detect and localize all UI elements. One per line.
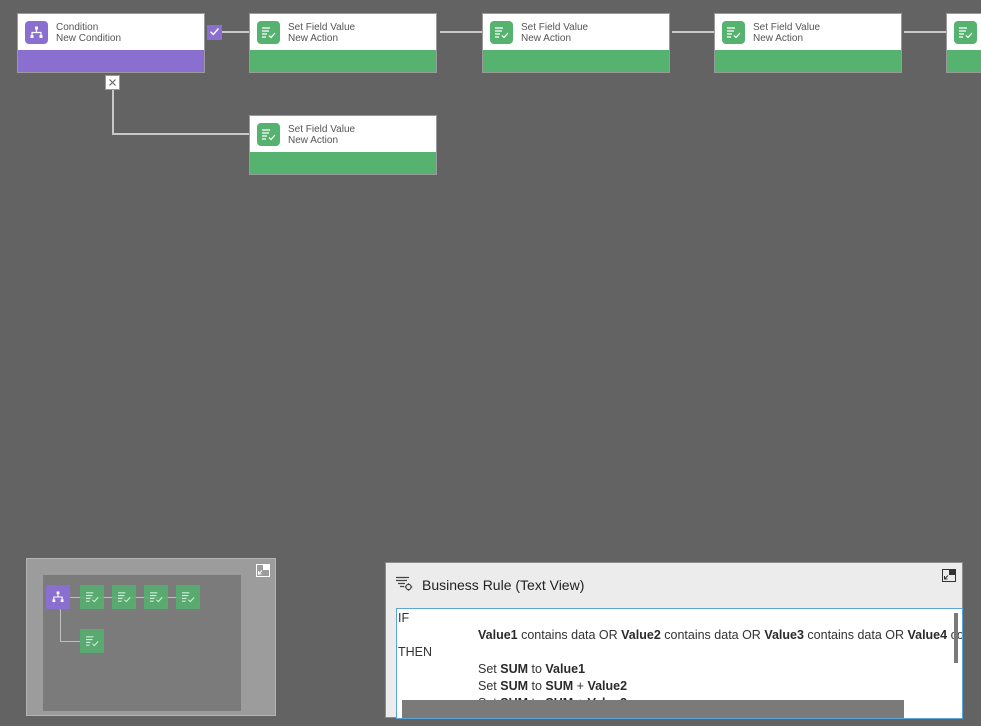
x-icon bbox=[108, 74, 117, 92]
node-subtitle: New Action bbox=[753, 33, 804, 44]
set-field-value-icon bbox=[954, 21, 977, 44]
check-icon bbox=[209, 24, 220, 42]
connector-line bbox=[112, 133, 250, 135]
action-node[interactable]: Set Field Value New Action bbox=[714, 13, 902, 73]
panel-collapse-icon[interactable] bbox=[942, 569, 956, 582]
panel-header: Business Rule (Text View) bbox=[386, 563, 962, 603]
node-footer-bar bbox=[483, 50, 669, 72]
set-field-value-icon bbox=[257, 123, 280, 146]
set-field-value-icon bbox=[722, 21, 745, 44]
node-subtitle: New Condition bbox=[56, 33, 122, 44]
connector-line bbox=[440, 31, 483, 33]
connector-line bbox=[904, 31, 947, 33]
set-field-value-icon bbox=[257, 21, 280, 44]
node-subtitle: New Action bbox=[288, 135, 339, 146]
false-branch-badge[interactable] bbox=[105, 75, 120, 90]
node-header: Condition New Condition bbox=[18, 14, 204, 51]
rule-then-keyword: THEN bbox=[398, 645, 433, 659]
node-header: Set Field Value New Action bbox=[250, 116, 436, 153]
rule-action-line: Set SUM to SUM + Value2 bbox=[478, 679, 628, 693]
action-node[interactable]: Set Field Value New Action bbox=[249, 13, 437, 73]
node-header: Set Field Value New Action bbox=[715, 14, 901, 51]
minimap-connector bbox=[60, 641, 80, 642]
panel-title: Business Rule (Text View) bbox=[422, 577, 585, 593]
rule-settings-icon bbox=[395, 576, 413, 596]
minimap-action-node bbox=[144, 585, 168, 609]
minimap-action-node bbox=[176, 585, 200, 609]
node-title: Set Field Value bbox=[288, 22, 356, 33]
connector-line bbox=[112, 90, 114, 134]
node-footer-bar bbox=[715, 50, 901, 72]
business-rule-panel: Business Rule (Text View) IF Value1 cont… bbox=[385, 562, 963, 719]
action-node[interactable]: Set Field Value New Action bbox=[249, 115, 437, 175]
rule-text-view[interactable]: IF Value1 contains data OR Value2 contai… bbox=[396, 608, 963, 719]
minimap-condition-node bbox=[46, 585, 70, 609]
minimap-action-node bbox=[112, 585, 136, 609]
node-subtitle: New Action bbox=[521, 33, 572, 44]
set-field-value-icon bbox=[490, 21, 513, 44]
node-footer-bar bbox=[250, 152, 436, 174]
node-footer-bar bbox=[250, 50, 436, 72]
condition-branch-icon bbox=[25, 21, 48, 44]
node-subtitle: New Action bbox=[288, 33, 339, 44]
rule-action-line: Set SUM to Value1 bbox=[478, 662, 586, 676]
connector-line bbox=[222, 31, 250, 33]
node-header: Set Field Value New Action bbox=[483, 14, 669, 51]
vertical-scrollbar[interactable] bbox=[954, 613, 958, 663]
horizontal-scrollbar[interactable] bbox=[402, 700, 904, 718]
node-header: Set Field Value New Action bbox=[250, 14, 436, 51]
node-title: Set Field Value bbox=[521, 22, 589, 33]
action-node[interactable]: Set Field Value New Action bbox=[482, 13, 670, 73]
node-title: Set Field Value bbox=[288, 124, 356, 135]
node-header bbox=[947, 14, 981, 51]
node-footer-bar bbox=[947, 50, 981, 72]
rule-if-keyword: IF bbox=[398, 611, 410, 625]
minimap-connector bbox=[60, 609, 61, 641]
minimap[interactable] bbox=[26, 558, 276, 716]
true-branch-badge[interactable] bbox=[207, 25, 222, 40]
minimap-viewport[interactable] bbox=[43, 575, 241, 711]
connector-line bbox=[672, 31, 715, 33]
node-title: Condition bbox=[56, 22, 99, 33]
minimap-collapse-icon[interactable] bbox=[256, 564, 270, 577]
action-node-partial[interactable] bbox=[946, 13, 981, 73]
node-footer-bar bbox=[18, 50, 204, 72]
minimap-action-node bbox=[80, 585, 104, 609]
condition-node[interactable]: Condition New Condition bbox=[17, 13, 205, 73]
rule-condition-line: Value1 contains data OR Value2 contains … bbox=[478, 628, 962, 642]
node-title: Set Field Value bbox=[753, 22, 821, 33]
minimap-action-node bbox=[80, 629, 104, 653]
